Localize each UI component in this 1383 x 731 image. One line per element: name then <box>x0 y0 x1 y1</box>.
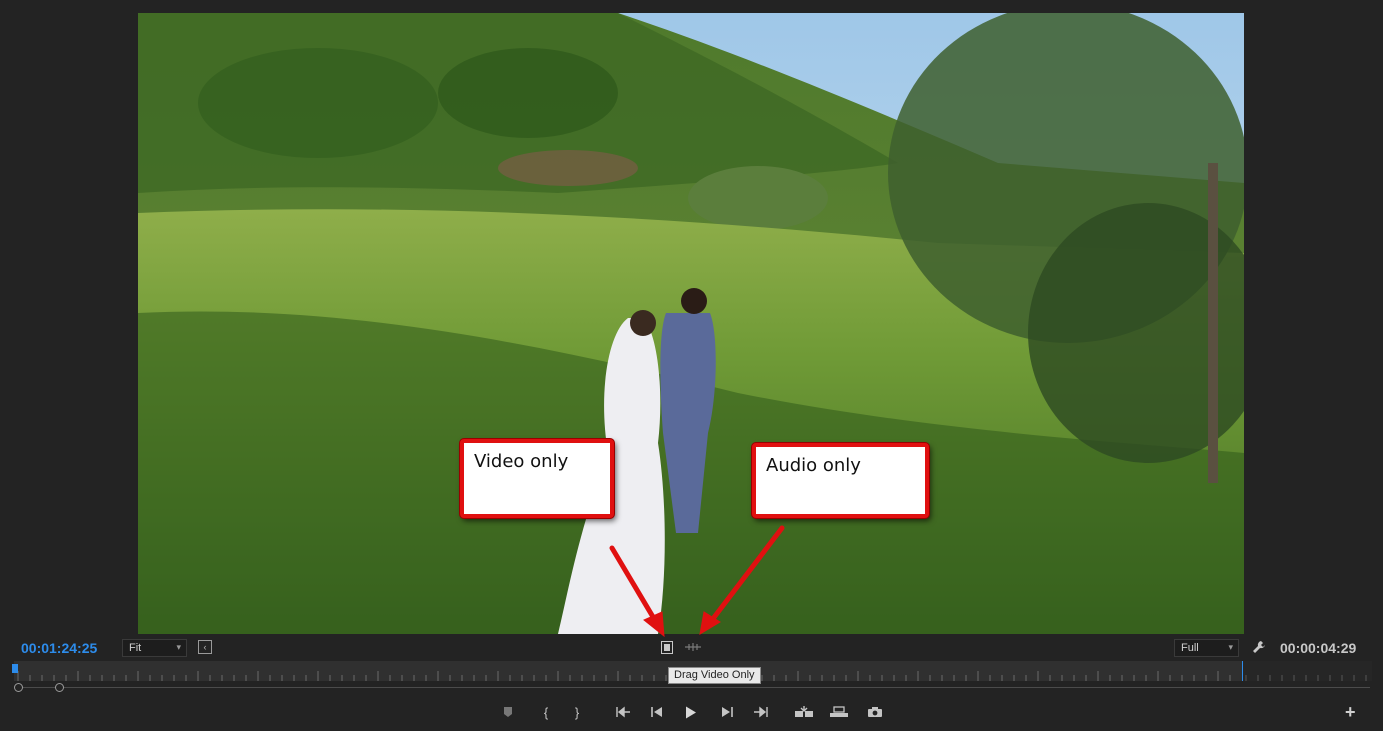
mark-out-icon: } <box>574 704 580 720</box>
mark-in-icon: { <box>543 704 549 720</box>
time-ruler-overflow <box>1242 661 1372 681</box>
zoom-level-value: Fit <box>129 642 142 654</box>
drag-video-only-tooltip: Drag Video Only <box>668 667 761 684</box>
play-button[interactable] <box>680 703 702 721</box>
zoom-level-select[interactable]: Fit ▾ <box>122 639 187 657</box>
wrench-icon[interactable] <box>1251 639 1267 655</box>
bracket-toggle-icon[interactable]: ‹ <box>198 640 212 654</box>
step-back-icon <box>651 707 662 717</box>
go-to-in-icon <box>616 706 630 718</box>
current-timecode[interactable]: 00:01:24:25 <box>21 640 97 656</box>
resolution-value: Full <box>1181 642 1199 654</box>
waveform-icon[interactable] <box>684 640 702 654</box>
ruler-ticks <box>17 671 1231 681</box>
time-ruler[interactable] <box>14 661 1242 681</box>
camera-icon <box>868 707 882 717</box>
overwrite-button[interactable] <box>828 703 850 721</box>
zoom-handle-right[interactable] <box>55 683 64 692</box>
mark-out-button[interactable]: } <box>566 703 588 721</box>
resolution-select[interactable]: Full ▾ <box>1174 639 1239 657</box>
audio-only-callout: Audio only <box>752 443 929 518</box>
zoom-scrollbar[interactable] <box>18 687 1370 688</box>
chevron-down-icon: ▾ <box>176 642 181 652</box>
filmstrip-icon[interactable] <box>660 640 674 654</box>
go-to-in-button[interactable] <box>612 703 634 721</box>
duration-timecode: 00:00:04:29 <box>1280 640 1357 656</box>
mark-in-button[interactable]: { <box>535 703 557 721</box>
out-point-marker <box>1242 661 1243 681</box>
step-forward-button[interactable] <box>716 703 738 721</box>
audio-only-callout-label: Audio only <box>766 455 861 476</box>
insert-icon <box>795 706 813 717</box>
video-frame-image <box>138 13 1244 634</box>
step-forward-icon <box>722 707 733 717</box>
zoom-handle-left[interactable] <box>14 683 23 692</box>
ruler-ticks-overflow <box>1245 675 1367 681</box>
overwrite-icon <box>830 706 848 717</box>
video-only-callout-label: Video only <box>474 451 569 472</box>
add-marker-button[interactable] <box>497 703 519 721</box>
insert-button[interactable] <box>793 703 815 721</box>
go-to-out-icon <box>754 706 768 718</box>
button-editor-plus-icon[interactable]: + <box>1345 703 1356 721</box>
video-only-callout: Video only <box>460 439 614 518</box>
step-back-button[interactable] <box>646 703 668 721</box>
play-icon <box>686 706 696 718</box>
go-to-out-button[interactable] <box>750 703 772 721</box>
export-frame-button[interactable] <box>864 703 886 721</box>
program-monitor-video <box>138 13 1244 634</box>
marker-icon <box>504 707 512 717</box>
playhead-marker[interactable] <box>12 664 18 673</box>
chevron-down-icon: ▾ <box>1228 642 1233 652</box>
